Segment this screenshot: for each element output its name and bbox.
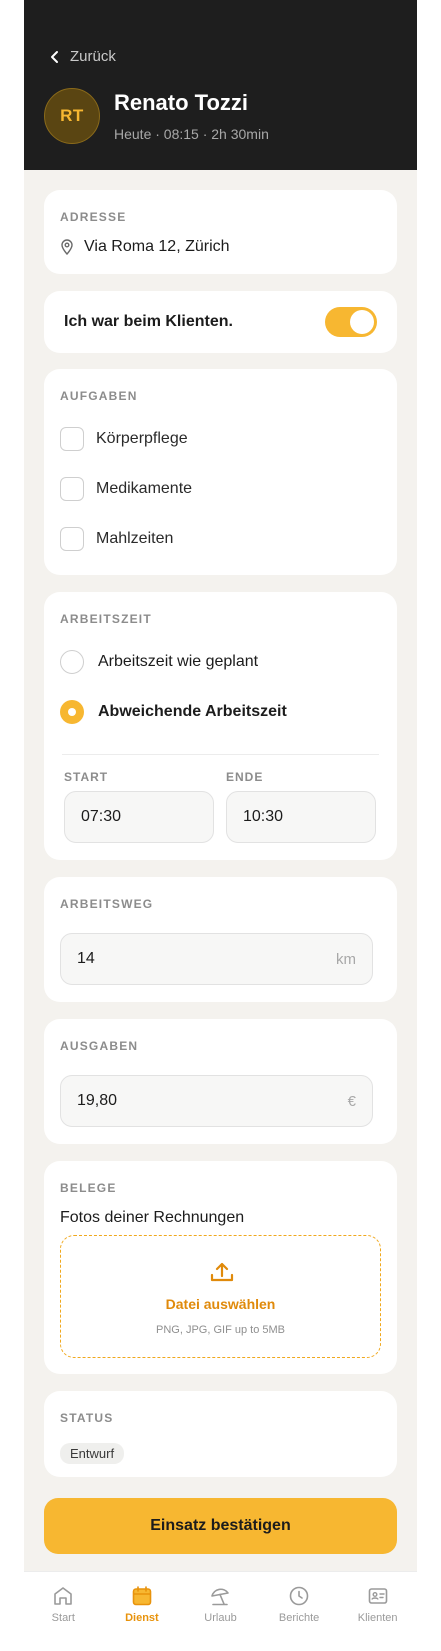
back-label: Zurück [70,48,116,65]
expenses-input[interactable]: 19,80 € [60,1075,373,1127]
start-time-input[interactable]: 07:30 [64,791,214,843]
home-icon [54,1587,73,1605]
task-label: Mahlzeiten [96,530,174,547]
checkbox[interactable] [60,527,84,551]
expenses-card: AUSGABEN 19,80 € [44,1019,397,1144]
upload-button-label[interactable]: Datei auswählen [61,1296,380,1312]
commute-input[interactable]: 14 km [60,933,373,985]
confirm-button[interactable]: Einsatz bestätigen [44,1498,397,1554]
end-time-input[interactable]: 10:30 [226,791,376,843]
address-card: ADRESSE Via Roma 12, Zürich [44,190,397,274]
task-label: Medikamente [96,480,193,497]
worktime-option-planned[interactable]: Arbeitszeit wie geplant [60,650,258,674]
address-value: Via Roma 12, Zürich [84,238,230,255]
nav-label: Dienst [125,1612,159,1624]
option-label: Arbeitszeit wie geplant [98,653,259,670]
expenses-unit: € [347,1093,356,1110]
radio-button-selected[interactable] [60,700,84,724]
commute-unit: km [336,951,356,968]
task-item[interactable]: Körperpflege [60,427,188,451]
status-badge: Entwurf [60,1443,125,1464]
commute-card: ARBEITSWEG 14 km [44,877,397,1002]
divider [62,754,379,755]
nav-item-dienst[interactable]: Dienst [103,1572,182,1651]
avatar-initials: RT [60,106,84,125]
nav-label: Berichte [278,1612,320,1624]
worktime-option-custom[interactable]: Abweichende Arbeitszeit [60,700,287,724]
worktime-card: ARBEITSZEIT Arbeitszeit wie geplant Abwe… [44,592,397,860]
commute-section-label: ARBEITSWEG [60,897,154,911]
nav-item-klienten[interactable]: Klienten [338,1572,417,1651]
tasks-section-label: AUFGABEN [60,389,138,403]
nav-item-urlaub[interactable]: Urlaub [181,1572,260,1651]
end-label: ENDE [226,770,264,784]
upload-hint: PNG, JPG, GIF up to 5MB [156,1324,285,1336]
file-dropzone[interactable]: Datei auswählen PNG, JPG, GIF up to 5MB [60,1235,381,1358]
back-button[interactable]: Zurück [48,48,116,65]
receipts-card: BELEGE Fotos deiner Rechnungen Datei aus… [44,1161,397,1374]
start-label: START [64,770,109,784]
location-pin-icon [61,239,73,255]
address-row: Via Roma 12, Zürich [60,238,230,256]
header: Zurück RT Renato Tozzi Heute · 08:15 · 2… [24,0,417,170]
bottom-nav: Start Dienst Urlaub Berichte Klienten [24,1571,417,1651]
checkbox[interactable] [60,477,84,501]
visited-card: Ich war beim Klienten. [44,291,397,353]
visited-toggle[interactable] [325,307,377,337]
toggle-knob [350,310,374,334]
app-screen: Zurück RT Renato Tozzi Heute · 08:15 · 2… [24,0,417,1651]
commute-value: 14 [77,950,95,967]
option-label: Abweichende Arbeitszeit [98,703,287,720]
nav-item-start[interactable]: Start [24,1572,103,1651]
upload-icon [210,1262,234,1282]
client-name: Renato Tozzi [114,90,249,115]
status-section-label: STATUS [60,1411,114,1425]
nav-label: Klienten [357,1612,398,1624]
expenses-value: 19,80 [77,1092,118,1109]
nav-label: Start [51,1612,75,1624]
receipts-subtitle: Fotos deiner Rechnungen [60,1209,245,1226]
expenses-section-label: AUSGABEN [60,1039,139,1053]
visit-meta: Heute · 08:15 · 2h 30min [114,126,269,142]
task-label: Körperpflege [96,430,188,447]
address-section-label: ADRESSE [60,210,127,224]
nav-item-berichte[interactable]: Berichte [260,1572,339,1651]
clock-icon [289,1586,309,1606]
task-item[interactable]: Mahlzeiten [60,527,173,551]
chevron-left-icon [51,50,58,63]
contact-card-icon [368,1588,387,1604]
receipts-section-label: BELEGE [60,1181,117,1195]
visited-label: Ich war beim Klienten. [64,313,233,330]
calendar-icon [132,1586,152,1606]
beach-umbrella-icon [211,1588,230,1606]
worktime-section-label: ARBEITSZEIT [60,612,152,626]
radio-button[interactable] [60,650,84,674]
avatar: RT [44,88,100,144]
nav-label: Urlaub [204,1612,237,1624]
tasks-card: AUFGABEN Körperpflege Medikamente Mahlze… [44,369,397,575]
task-item[interactable]: Medikamente [60,477,192,501]
checkbox[interactable] [60,427,84,451]
status-card: STATUS Entwurf [44,1391,397,1477]
